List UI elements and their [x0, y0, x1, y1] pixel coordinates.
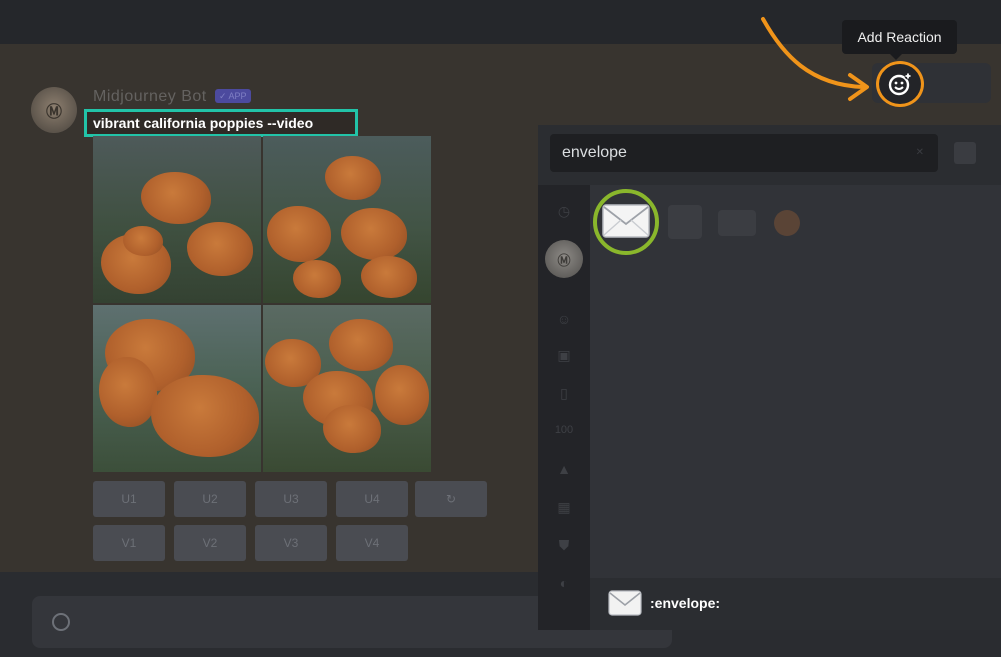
preview-envelope-icon [608, 590, 642, 616]
symbols-category-label[interactable]: 100 [544, 424, 584, 436]
v1-button[interactable]: V1 [93, 525, 165, 561]
emoji-preview-name: :envelope: [650, 595, 721, 611]
emoji-search-box[interactable]: ✕ [550, 134, 938, 172]
u4-button[interactable]: U4 [336, 481, 408, 517]
v3-button[interactable]: V3 [255, 525, 327, 561]
poppy [293, 260, 341, 298]
emoji-result-3[interactable] [718, 210, 756, 236]
u2-button[interactable]: U2 [174, 481, 246, 517]
poppy [329, 319, 393, 371]
poppy [141, 172, 211, 224]
image-tile-1[interactable] [93, 136, 261, 303]
app-badge: ✓ APP [215, 89, 251, 103]
tooltip-caret [890, 54, 902, 60]
nature-category-icon[interactable]: ▣ [552, 343, 576, 367]
travel-category-icon[interactable]: ▲ [552, 457, 576, 481]
author-name[interactable]: Midjourney Bot [93, 88, 207, 106]
emoji-category-sidebar: ◷ Ⓜ ☺ ▣ ▯ 100 ▲ ▦ ⛊ ◐ [538, 185, 590, 630]
food-category-icon[interactable]: ▯ [552, 381, 576, 405]
envelope-icon [602, 204, 650, 238]
objects-category-icon[interactable]: ⛊ [552, 533, 576, 557]
add-attachment-icon[interactable] [52, 613, 70, 631]
avatar-glyph: Ⓜ [45, 104, 62, 121]
poppy [151, 375, 259, 457]
add-reaction-button[interactable] [876, 61, 924, 107]
prompt-text: vibrant california poppies --video [84, 109, 358, 137]
poppy [361, 256, 417, 298]
skin-tone-button[interactable] [954, 142, 976, 164]
envelope-emoji-button[interactable] [593, 189, 659, 255]
image-tile-3[interactable] [93, 305, 261, 472]
u1-button[interactable]: U1 [93, 481, 165, 517]
emoji-result-2[interactable] [668, 205, 702, 239]
recent-clock-icon[interactable]: ◷ [552, 199, 576, 223]
poppy [187, 222, 253, 276]
reroll-button[interactable]: ↻ [415, 481, 487, 517]
people-category-icon[interactable]: ☺ [552, 307, 576, 331]
poppy [267, 206, 331, 262]
v4-button[interactable]: V4 [336, 525, 408, 561]
server-emoji-avatar[interactable]: Ⓜ [545, 240, 583, 278]
clear-search-icon[interactable]: ✕ [916, 147, 924, 158]
poppy [341, 208, 407, 260]
emoji-result-4[interactable] [774, 210, 800, 236]
server-avatar-glyph: Ⓜ [557, 252, 571, 268]
smiley-plus-icon [888, 72, 912, 96]
image-grid[interactable] [93, 136, 431, 472]
v2-button[interactable]: V2 [174, 525, 246, 561]
bot-avatar[interactable]: Ⓜ [31, 87, 77, 133]
poppy [123, 226, 163, 256]
poppy [325, 156, 381, 200]
image-tile-2[interactable] [263, 136, 431, 303]
poppy [323, 405, 381, 453]
u3-button[interactable]: U3 [255, 481, 327, 517]
emoji-search-input[interactable] [550, 134, 910, 172]
activity-category-icon[interactable]: ▦ [552, 495, 576, 519]
image-tile-4[interactable] [263, 305, 431, 472]
poppy [99, 357, 157, 427]
poppy [375, 365, 429, 425]
annotation-arrow-icon [761, 17, 869, 101]
flags-category-icon[interactable]: ◐ [552, 571, 576, 595]
